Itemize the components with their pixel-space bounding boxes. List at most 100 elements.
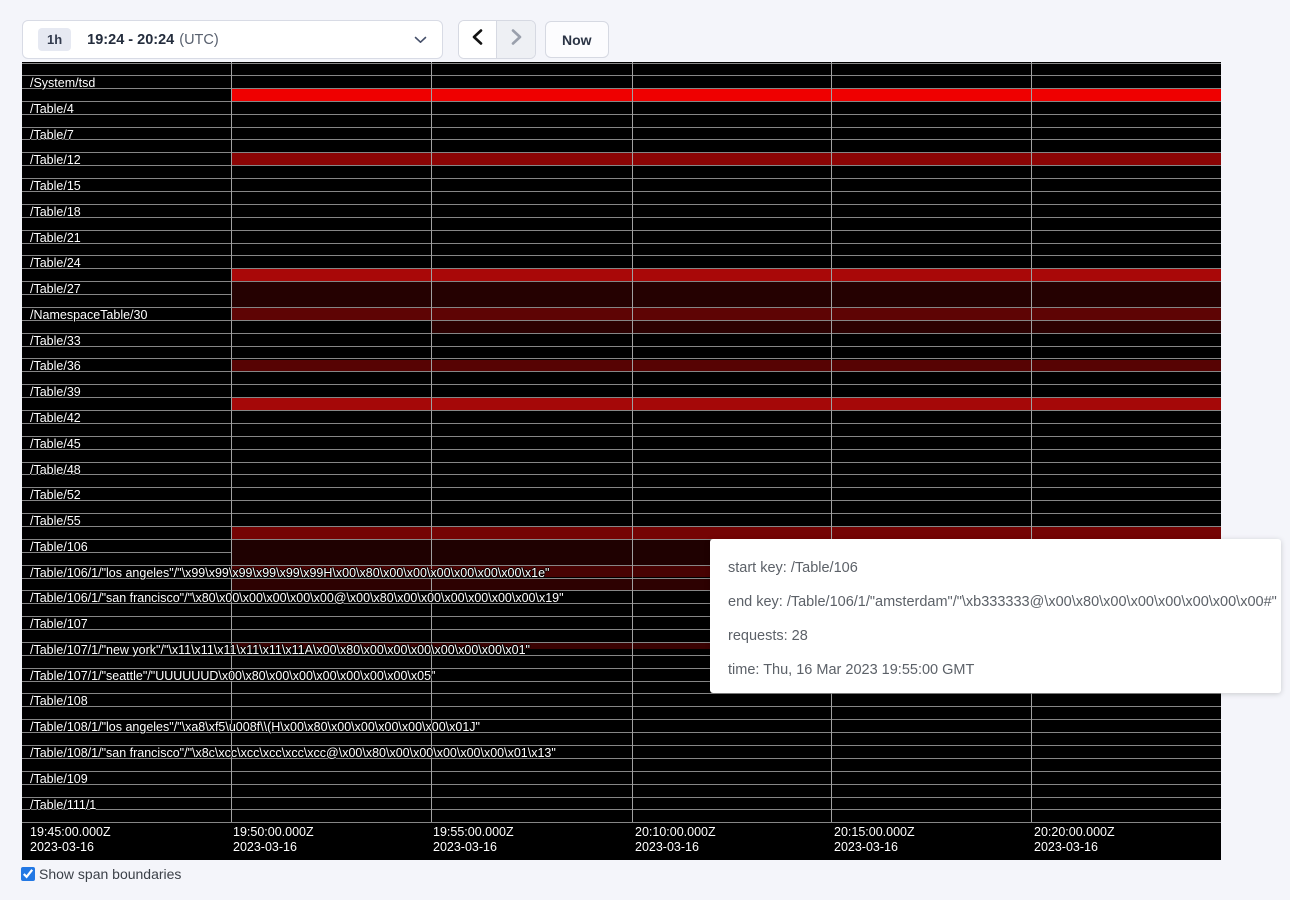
time-nav-button-group [458, 20, 536, 59]
span-boundary-line [22, 191, 1221, 192]
span-label: /Table/55 [30, 514, 81, 528]
span-boundary-line [22, 255, 1221, 256]
span-boundary-line [22, 139, 1221, 140]
span-boundary-line [22, 797, 1221, 798]
span-boundary-line [22, 784, 1221, 785]
span-boundary-line [22, 101, 1221, 102]
span-label: /Table/24 [30, 256, 81, 270]
duration-badge: 1h [38, 28, 71, 51]
span-label: /Table/107/1/"new york"/"\x11\x11\x11\x1… [30, 643, 530, 657]
span-label: /Table/33 [30, 334, 81, 348]
span-boundary-line [22, 333, 1221, 334]
span-label: /Table/39 [30, 385, 81, 399]
time-gridline [831, 62, 832, 822]
span-label: /Table/108 [30, 694, 88, 708]
span-boundary-line [22, 217, 1221, 218]
tick-time: 20:10:00.000Z [635, 825, 716, 840]
time-range-label: 19:24 - 20:24 [87, 32, 174, 48]
tick-time: 19:55:00.000Z [433, 825, 514, 840]
time-axis-tick: 19:50:00.000Z2023-03-16 [233, 825, 314, 855]
heat-band [231, 527, 1221, 539]
prev-button[interactable] [459, 21, 497, 58]
span-boundary-line [22, 487, 1221, 488]
span-boundary-line [22, 127, 1221, 128]
span-label: /Table/52 [30, 488, 81, 502]
span-label: /Table/109 [30, 772, 88, 786]
span-label: /Table/107 [30, 617, 88, 631]
tick-date: 2023-03-16 [433, 840, 514, 855]
span-boundary-line [22, 822, 1221, 823]
tick-time: 19:50:00.000Z [233, 825, 314, 840]
span-label: /Table/4 [30, 102, 74, 116]
show-span-boundaries-checkbox[interactable] [21, 867, 35, 881]
now-button-label: Now [562, 32, 592, 48]
time-gridline [231, 62, 232, 822]
span-label: /Table/106/1/"los angeles"/"\x99\x99\x99… [30, 566, 549, 580]
now-button[interactable]: Now [545, 21, 609, 58]
heat-band [431, 321, 1221, 333]
show-span-boundaries-label: Show span boundaries [39, 866, 181, 882]
span-boundary-line [22, 165, 1221, 166]
chevron-down-icon [414, 36, 427, 44]
span-boundary-line [22, 230, 1221, 231]
heat-band [231, 308, 1221, 320]
tick-time: 20:15:00.000Z [834, 825, 915, 840]
span-boundary-line [22, 114, 1221, 115]
span-boundary-line [22, 693, 1221, 694]
tooltip-end-key: end key: /Table/106/1/"amsterdam"/"\xb33… [728, 585, 1263, 619]
next-button[interactable] [497, 21, 535, 58]
span-boundary-line [22, 449, 1221, 450]
tick-date: 2023-03-16 [1034, 840, 1115, 855]
tick-time: 19:45:00.000Z [30, 825, 111, 840]
span-boundary-line [22, 809, 1221, 810]
span-label: /System/tsd [30, 76, 95, 90]
span-label: /Table/15 [30, 179, 81, 193]
tick-date: 2023-03-16 [233, 840, 314, 855]
key-visualizer-heatmap[interactable]: /System/tsd/Table/4/Table/7/Table/12/Tab… [22, 62, 1221, 860]
span-label: /Table/108/1/"san francisco"/"\x8c\xcc\x… [30, 746, 556, 760]
span-label: /Table/7 [30, 128, 74, 142]
span-label: /Table/45 [30, 437, 81, 451]
span-label: /Table/106/1/"san francisco"/"\x80\x00\x… [30, 591, 564, 605]
span-boundary-line [22, 500, 1221, 501]
span-boundary-line [22, 63, 1221, 64]
span-boundary-line [22, 178, 1221, 179]
span-boundary-line [22, 771, 1221, 772]
time-axis-tick: 19:55:00.000Z2023-03-16 [433, 825, 514, 855]
time-axis-tick: 20:10:00.000Z2023-03-16 [635, 825, 716, 855]
span-label: /Table/108/1/"los angeles"/"\xa8\xf5\u00… [30, 720, 480, 734]
span-boundary-line [22, 410, 1221, 411]
tick-time: 20:20:00.000Z [1034, 825, 1115, 840]
time-axis-tick: 19:45:00.000Z2023-03-16 [30, 825, 111, 855]
span-label: /NamespaceTable/30 [30, 308, 147, 322]
span-boundary-line [22, 706, 1221, 707]
tick-date: 2023-03-16 [30, 840, 111, 855]
span-boundary-line [22, 371, 1221, 372]
tick-date: 2023-03-16 [635, 840, 716, 855]
span-boundary-line [22, 243, 1221, 244]
time-gridline [1031, 62, 1032, 822]
span-boundary-line [22, 384, 1221, 385]
footer-controls: Show span boundaries [21, 866, 181, 882]
tooltip-requests: requests: 28 [728, 619, 1263, 653]
heat-band [231, 89, 1221, 101]
span-boundary-line [22, 423, 1221, 424]
span-label: /Table/107/1/"seattle"/"UUUUUUD\x00\x80\… [30, 669, 435, 683]
span-boundary-line [22, 75, 1221, 76]
span-boundary-line [22, 346, 1221, 347]
tooltip-start-key: start key: /Table/106 [728, 551, 1263, 585]
heat-band [231, 360, 1221, 372]
time-range-select[interactable]: 1h 19:24 - 20:24 (UTC) [22, 20, 443, 59]
span-label: /Table/21 [30, 231, 81, 245]
chevron-right-icon [511, 29, 522, 50]
hover-tooltip: start key: /Table/106 end key: /Table/10… [710, 539, 1281, 693]
heat-band [231, 398, 1221, 410]
span-boundary-line [22, 474, 1221, 475]
chevron-left-icon [472, 29, 483, 50]
tooltip-time: time: Thu, 16 Mar 2023 19:55:00 GMT [728, 653, 1263, 687]
span-boundary-line [22, 204, 1221, 205]
span-label: /Table/27 [30, 282, 81, 296]
heat-band [231, 282, 1221, 307]
span-boundary-line [22, 513, 1221, 514]
span-label: /Table/12 [30, 153, 81, 167]
